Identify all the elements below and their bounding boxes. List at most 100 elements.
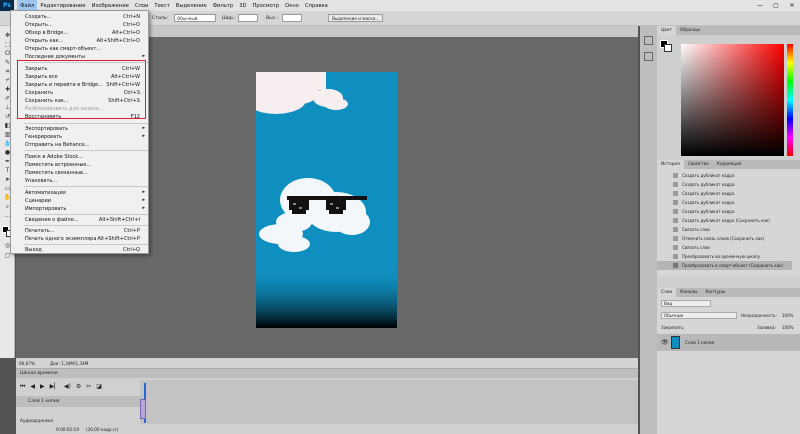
menu-item-bridge[interactable]: Обзор в Bridge... Alt+Ctrl+O	[11, 29, 148, 37]
menu-item-export[interactable]: Экспортировать ▸	[11, 125, 148, 133]
menu-item-generate[interactable]: Генерировать ▸	[11, 133, 148, 141]
menu-item-new[interactable]: Создать... Ctrl+N	[11, 13, 148, 21]
menu-item-file-info[interactable]: Сведения о файле... Alt+Shift+Ctrl+I	[11, 216, 148, 224]
menu-3d[interactable]: 3D	[236, 0, 249, 11]
transition-icon[interactable]: ◪	[96, 383, 102, 391]
layer-filter-select[interactable]: Вид	[661, 300, 711, 307]
color-bg-swatch[interactable]	[664, 44, 672, 52]
hue-slider[interactable]	[787, 44, 793, 156]
tab-history[interactable]: История	[657, 160, 684, 169]
menu-separator	[24, 225, 148, 226]
properties-panel-icon[interactable]	[644, 52, 653, 61]
color-picker-field[interactable]	[681, 44, 784, 156]
menu-help[interactable]: Справка	[302, 0, 331, 11]
document-canvas[interactable]	[256, 72, 397, 328]
history-item[interactable]: Создать дубликат кадра (Сохранить как)	[657, 216, 792, 225]
opacity-value[interactable]: 100%	[782, 313, 793, 318]
menu-item-scripts[interactable]: Сценарии ▸	[11, 197, 148, 205]
status-bar: 66,67% Док: 1,34М/1,34М	[16, 358, 638, 368]
style-select[interactable]: Обычный	[174, 14, 216, 22]
width-field[interactable]	[238, 14, 258, 22]
history-item-selected[interactable]: Преобразовать в смарт-объект (Сохранить …	[657, 261, 792, 270]
select-and-mask-button[interactable]: Выделение и маска...	[328, 14, 384, 22]
submenu-arrow-icon: ▸	[142, 205, 145, 211]
tab-swatches[interactable]: Образцы	[676, 26, 704, 35]
menu-separator	[24, 186, 148, 187]
history-panel: История Свойства Коррекция Создать дубли…	[657, 160, 800, 277]
first-frame-icon[interactable]: ⏮	[20, 383, 25, 391]
submenu-arrow-icon: ▸	[142, 197, 145, 203]
zoom-level[interactable]: 66,67%	[19, 361, 35, 366]
submenu-arrow-icon: ▸	[142, 125, 145, 131]
submenu-arrow-icon: ▸	[142, 133, 145, 139]
next-frame-icon[interactable]: ▶▏	[50, 383, 59, 391]
history-item[interactable]: Преобразовать во временную шкалу	[657, 252, 792, 261]
menu-item-print-one[interactable]: Печать одного экземпляра Alt+Shift+Ctrl+P	[11, 235, 148, 243]
history-item[interactable]: Создать дубликат кадра	[657, 180, 792, 189]
menu-item-automate[interactable]: Автоматизация ▸	[11, 189, 148, 197]
height-field[interactable]	[282, 14, 302, 22]
minimize-button[interactable]: —	[752, 0, 768, 11]
submenu-arrow-icon: ▸	[142, 53, 145, 59]
menu-item-open-as[interactable]: Открыть как... Alt+Shift+Ctrl+O	[11, 37, 148, 45]
cut-icon[interactable]: ✂	[86, 383, 91, 391]
style-value: Обычный	[177, 16, 198, 21]
menu-item-place-embedded[interactable]: Поместить встроенные...	[11, 161, 148, 169]
tab-paths[interactable]: Контуры	[701, 288, 729, 297]
menu-item-exit[interactable]: Выход Ctrl+Q	[11, 246, 148, 254]
timeline-title: Шкала времени	[20, 371, 58, 376]
menu-item-behance[interactable]: Отправить на Behance...	[11, 141, 148, 149]
video-clip[interactable]	[140, 399, 146, 419]
close-button[interactable]: ✕	[784, 0, 800, 11]
history-item[interactable]: Создать дубликат кадра	[657, 207, 792, 216]
highlight-box	[17, 60, 146, 119]
history-panel-icon[interactable]	[644, 36, 653, 45]
menu-window[interactable]: Окно	[282, 0, 302, 11]
menu-item-place-linked[interactable]: Поместить связанные...	[11, 169, 148, 177]
menu-item-package[interactable]: Упаковать...	[11, 177, 148, 185]
layers-panel: Слои Каналы Контуры Вид Обычные Непрозра…	[657, 288, 800, 434]
blend-mode-value: Обычные	[664, 313, 684, 318]
menu-item-adobe-stock[interactable]: Поиск в Adobe Stock...	[11, 153, 148, 161]
tab-color[interactable]: Цвет	[657, 26, 677, 35]
timeline-layer-name: Слой 1 копия	[28, 399, 60, 404]
timeline-track-area[interactable]	[140, 380, 638, 424]
tab-channels[interactable]: Каналы	[676, 288, 701, 297]
menu-view[interactable]: Просмотр	[250, 0, 283, 11]
history-item[interactable]: Связать слои	[657, 243, 792, 252]
history-panel-tabs: История Свойства Коррекция	[657, 160, 800, 169]
history-item[interactable]: Связать слои	[657, 225, 792, 234]
timeline-header: Шкала времени	[16, 369, 638, 378]
timeline-layer-row[interactable]: Слой 1 копия	[16, 396, 140, 407]
prev-frame-icon[interactable]: ◀	[30, 383, 35, 391]
fill-value[interactable]: 100%	[782, 325, 793, 330]
audio-icon[interactable]: ◀)	[64, 383, 71, 391]
blend-mode-select[interactable]: Обычные	[661, 312, 737, 319]
color-panel-tabs: Цвет Образцы	[657, 26, 800, 35]
history-item[interactable]: Отменить связь слоев (Сохранить как)	[657, 234, 792, 243]
timeline-panel: Шкала времени ⏮ ◀ ▶ ▶▏ ◀) ⚙ ✂ ◪ Слой 1 к…	[16, 368, 638, 434]
menu-select[interactable]: Выделение	[173, 0, 210, 11]
menu-filter[interactable]: Фильтр	[210, 0, 237, 11]
layer-row[interactable]: 👁 Слой 1 копия	[657, 334, 800, 351]
menu-item-open-smart[interactable]: Открыть как смарт-объект...	[11, 45, 148, 53]
history-list: Создать дубликат кадра Создать дубликат …	[657, 169, 800, 277]
tab-properties[interactable]: Свойства	[684, 160, 713, 169]
menu-item-open[interactable]: Открыть... Ctrl+O	[11, 21, 148, 29]
tab-adjustments[interactable]: Коррекция	[713, 160, 746, 169]
history-item[interactable]: Создать дубликат кадра	[657, 171, 792, 180]
menu-text[interactable]: Текст	[151, 0, 172, 11]
timeline-controls: ⏮ ◀ ▶ ▶▏ ◀) ⚙ ✂ ◪	[20, 383, 102, 391]
menu-item-import[interactable]: Импортировать ▸	[11, 205, 148, 213]
history-item[interactable]: Создать дубликат кадра	[657, 198, 792, 207]
menu-item-print[interactable]: Печатать... Ctrl+P	[11, 227, 148, 235]
layer-filter-value: Вид	[664, 301, 673, 306]
height-label: Выс.:	[266, 16, 279, 21]
menu-separator	[24, 244, 148, 245]
history-item[interactable]: Создать дубликат кадра	[657, 189, 792, 198]
maximize-button[interactable]: ▢	[768, 0, 784, 11]
tab-layers[interactable]: Слои	[657, 288, 677, 297]
visibility-eye-icon[interactable]: 👁	[661, 339, 669, 346]
play-icon[interactable]: ▶	[40, 383, 45, 391]
settings-icon[interactable]: ⚙	[76, 383, 81, 391]
